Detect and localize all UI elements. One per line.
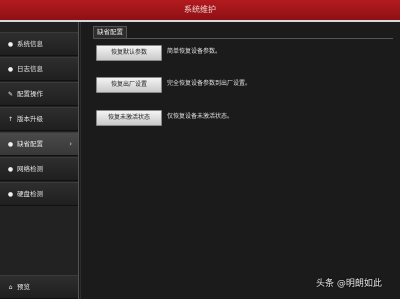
network-icon: ●: [7, 166, 14, 173]
system-maintenance-window: 系统维护 ● 系统信息 ● 日志信息 ✎ 配置操作 ↑ 版本升级 ● 缺省配置 › ● 网络…: [0, 0, 400, 299]
restore-factory-settings-description: 完全恢复设备参数到出厂设置。: [167, 80, 252, 87]
sidebar-item-label: 日志信息: [17, 65, 43, 73]
info-icon: ●: [7, 41, 14, 48]
sidebar-item-label: 网络检测: [17, 165, 43, 173]
sidebar-item-version-upgrade[interactable]: ↑ 版本升级: [0, 107, 78, 131]
log-icon: ●: [7, 66, 14, 73]
sidebar-item-config-operation[interactable]: ✎ 配置操作: [0, 82, 78, 106]
restore-inactive-state-description: 仅恢复设备未激活状态。: [167, 113, 234, 120]
preview-button[interactable]: ⌂ 预览: [0, 275, 78, 299]
upgrade-arrow-icon: ↑: [7, 116, 14, 123]
sidebar-item-label: 硬盘检测: [17, 190, 43, 198]
config-icon: ✎: [7, 91, 14, 98]
sidebar-item-default-config[interactable]: ● 缺省配置 ›: [0, 132, 78, 156]
window-title: 系统维护: [0, 0, 400, 20]
restore-inactive-state-button[interactable]: 恢复未激活状态: [96, 110, 162, 126]
sidebar-item-disk-detection[interactable]: ● 硬盘检测: [0, 182, 78, 206]
chevron-right-icon: ›: [69, 140, 72, 148]
sidebar-item-label: 系统信息: [17, 40, 43, 48]
default-config-icon: ●: [7, 141, 14, 148]
sidebar-item-label: 缺省配置: [17, 140, 43, 148]
restore-default-params-description: 简单恢复设备参数。: [167, 48, 222, 55]
disk-icon: ●: [7, 191, 14, 198]
sidebar: ● 系统信息 ● 日志信息 ✎ 配置操作 ↑ 版本升级 ● 缺省配置 › ● 网络检测 ● 硬…: [0, 22, 79, 299]
tab-divider: [93, 38, 393, 39]
restore-factory-settings-button[interactable]: 恢复出厂设置: [96, 77, 162, 93]
tab-default-config[interactable]: 缺省配置: [93, 26, 127, 38]
sidebar-item-label: 配置操作: [17, 90, 43, 98]
preview-label: 预览: [17, 283, 30, 291]
sidebar-item-label: 版本升级: [17, 115, 43, 123]
sidebar-item-network-detection[interactable]: ● 网络检测: [0, 157, 78, 181]
restore-default-params-button[interactable]: 恢复默认参数: [96, 45, 162, 61]
main-panel: 缺省配置 恢复默认参数 简单恢复设备参数。 恢复出厂设置 完全恢复设备参数到出厂…: [80, 22, 400, 299]
home-icon: ⌂: [8, 284, 13, 291]
sidebar-item-system-info[interactable]: ● 系统信息: [0, 32, 78, 56]
watermark-text: 头条 @明朗如此: [316, 279, 382, 289]
sidebar-item-log-info[interactable]: ● 日志信息: [0, 57, 78, 81]
